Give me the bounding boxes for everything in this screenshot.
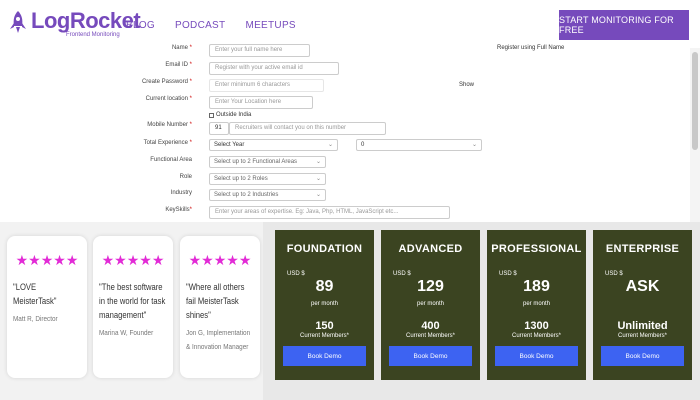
review-card: ★★★★★ "The best software in the world fo… xyxy=(93,236,173,378)
location-label: Current location * xyxy=(145,96,192,102)
main-nav: BLOG PODCAST MEETUPS xyxy=(126,20,296,31)
plan-currency: USD $ xyxy=(499,271,517,277)
functional-area-label: Functional Area xyxy=(150,157,192,163)
experience-year-select[interactable]: Select Year ⌄ xyxy=(209,139,338,151)
plan-member-count: Unlimited xyxy=(617,320,668,332)
plan-period: per month xyxy=(416,301,444,307)
register-hint: Register using Full Name xyxy=(497,45,565,51)
location-input[interactable]: Enter Your Location here xyxy=(209,96,313,109)
plan-currency: USD $ xyxy=(393,271,411,277)
book-demo-button[interactable]: Book Demo xyxy=(495,346,578,366)
plan-member-count: 1300 xyxy=(524,320,549,332)
mobile-input[interactable]: Recruiters will contact you on this numb… xyxy=(229,122,386,135)
logo[interactable]: LogRocket Frontend Monitoring xyxy=(8,8,141,39)
name-input[interactable]: Enter your full name here xyxy=(209,44,310,57)
plan-currency: USD $ xyxy=(605,271,623,277)
scrollbar-thumb[interactable] xyxy=(692,52,698,150)
logo-tagline: Frontend Monitoring xyxy=(66,32,120,38)
plan-price: 189 xyxy=(523,278,550,295)
plan-members-label: Current Members* xyxy=(299,333,349,339)
top-bar: LogRocket Frontend Monitoring BLOG PODCA… xyxy=(0,0,700,48)
book-demo-button[interactable]: Book Demo xyxy=(283,346,366,366)
chevron-down-icon: ⌄ xyxy=(327,142,333,148)
review-author: Matt R, Director xyxy=(13,314,58,323)
plan-price: ASK xyxy=(625,278,660,295)
chevron-down-icon: ⌄ xyxy=(315,159,321,165)
plan-card-enterprise: ENTERPRISE USD $ ASK Unlimited Current M… xyxy=(593,230,692,380)
pricing-plans: FOUNDATION USD $ 89 per month 150 Curren… xyxy=(263,222,700,400)
review-quote: "LOVE MeisterTask" xyxy=(13,282,57,306)
plan-members-label: Current Members* xyxy=(405,333,455,339)
keyskills-label: KeySkills* xyxy=(165,207,192,213)
book-demo-button[interactable]: Book Demo xyxy=(389,346,472,366)
plan-card-professional: PROFESSIONAL USD $ 189 per month 1300 Cu… xyxy=(487,230,586,380)
book-demo-button[interactable]: Book Demo xyxy=(601,346,684,366)
plan-member-count: 400 xyxy=(421,320,440,332)
password-label: Create Password * xyxy=(141,79,192,85)
plan-card-advanced: ADVANCED USD $ 129 per month 400 Current… xyxy=(381,230,480,380)
plan-name: ENTERPRISE xyxy=(605,243,680,255)
rating-stars: ★★★★★ xyxy=(101,252,165,268)
plan-period: per month xyxy=(310,301,338,307)
industry-label: Industry xyxy=(170,190,192,196)
plan-name: FOUNDATION xyxy=(286,243,363,255)
nav-meetups[interactable]: MEETUPS xyxy=(245,20,295,31)
plan-members-label: Current Members* xyxy=(617,333,667,339)
review-quote: "Where all others fail MeisterTask shine… xyxy=(186,282,245,320)
review-author: Marina W, Founder xyxy=(99,328,154,337)
plan-name: ADVANCED xyxy=(398,243,463,255)
functional-area-select[interactable]: Select up to 2 Functional Areas ⌄ xyxy=(209,156,326,168)
review-card: ★★★★★ "LOVE MeisterTask" Matt R, Directo… xyxy=(7,236,87,378)
role-select[interactable]: Select up to 2 Roles ⌄ xyxy=(209,173,326,185)
mobile-label: Mobile Number * xyxy=(147,122,192,128)
email-input[interactable]: Register with your active email id xyxy=(209,62,339,75)
name-label: Name * xyxy=(171,45,192,51)
nav-podcast[interactable]: PODCAST xyxy=(175,20,225,31)
chevron-down-icon: ⌄ xyxy=(471,142,477,148)
password-input[interactable]: Enter minimum 6 characters xyxy=(209,79,324,92)
experience-month-select[interactable]: 0 ⌄ xyxy=(356,139,482,151)
plan-name: PROFESSIONAL xyxy=(491,243,582,255)
plan-currency: USD $ xyxy=(287,271,305,277)
review-quote: "The best software in the world for task… xyxy=(99,282,166,320)
country-code-input[interactable]: 91 xyxy=(209,122,229,135)
bottom-section: ★★★★★ "LOVE MeisterTask" Matt R, Directo… xyxy=(0,222,700,400)
experience-label: Total Experience * xyxy=(143,140,192,146)
role-label: Role xyxy=(179,174,192,180)
plan-card-foundation: FOUNDATION USD $ 89 per month 150 Curren… xyxy=(275,230,374,380)
plan-members-label: Current Members* xyxy=(511,333,561,339)
outside-india-checkbox[interactable] xyxy=(209,113,214,118)
chevron-down-icon: ⌄ xyxy=(315,176,321,182)
review-card: ★★★★★ "Where all others fail MeisterTask… xyxy=(180,236,260,378)
show-password-link[interactable]: Show xyxy=(459,82,474,88)
start-monitoring-button[interactable]: START MONITORING FOR FREE xyxy=(559,10,689,40)
plan-member-count: 150 xyxy=(315,320,334,332)
keyskills-input[interactable]: Enter your areas of expertise. Eg: Java,… xyxy=(209,206,450,219)
plan-price: 89 xyxy=(315,278,334,295)
industry-select[interactable]: Select up to 2 Industries ⌄ xyxy=(209,189,326,201)
outside-india-label: Outside India xyxy=(216,112,252,118)
rating-stars: ★★★★★ xyxy=(188,252,252,268)
review-author: Jon G, Implementation & Innovation Manag… xyxy=(186,328,251,351)
plan-price: 129 xyxy=(417,278,444,295)
plan-period: per month xyxy=(522,301,550,307)
rating-stars: ★★★★★ xyxy=(15,252,79,268)
rocket-icon xyxy=(10,11,26,33)
chevron-down-icon: ⌄ xyxy=(315,192,321,198)
nav-blog[interactable]: BLOG xyxy=(126,20,155,31)
logo-name: LogRocket xyxy=(31,8,141,33)
email-label: Email ID * xyxy=(165,62,192,68)
